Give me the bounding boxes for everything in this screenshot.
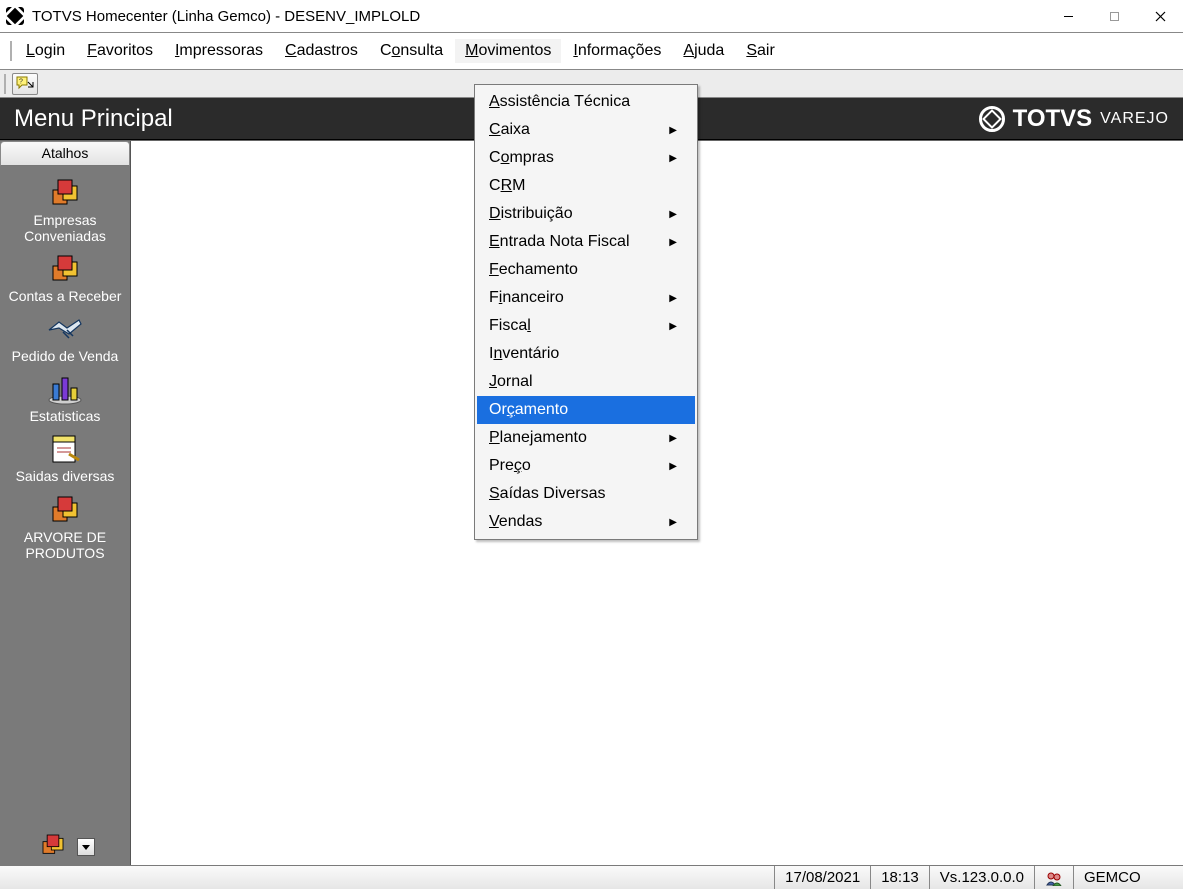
status-time: 18:13 (870, 866, 929, 889)
shortcut-label: Empresas Conveniadas (2, 212, 128, 244)
shortcut-label: ARVORE DE PRODUTOS (2, 529, 128, 561)
status-user-icon (1034, 866, 1073, 889)
sidebar-tab-atalhos[interactable]: Atalhos (0, 141, 130, 166)
movimentos-dropdown: Assistência TécnicaCaixa▶Compras▶CRMDist… (474, 84, 698, 540)
menu-cadastros[interactable]: Cadastros (275, 39, 368, 63)
submenu-arrow-icon: ▶ (669, 209, 677, 220)
menuitem-jornal[interactable]: Jornal (477, 368, 695, 396)
menuitem-preco[interactable]: Preço ▶ (477, 452, 695, 480)
close-button[interactable] (1137, 1, 1183, 31)
shortcut-label: Saidas diversas (2, 468, 128, 484)
shortcut-label: Pedido de Venda (2, 348, 128, 364)
submenu-arrow-icon: ▶ (669, 293, 677, 304)
page-title: Menu Principal (14, 105, 173, 133)
submenu-arrow-icon: ▶ (669, 433, 677, 444)
shortcut-estatisticas[interactable]: Estatisticas (2, 370, 128, 424)
handshake-icon (45, 310, 85, 346)
submenu-arrow-icon: ▶ (669, 321, 677, 332)
maximize-button[interactable] (1091, 1, 1137, 31)
submenu-arrow-icon: ▶ (669, 461, 677, 472)
statusbar: 17/08/2021 18:13 Vs.123.0.0.0 GEMCO (0, 865, 1183, 889)
boxes-icon (45, 174, 85, 210)
status-user: GEMCO (1073, 866, 1183, 889)
shortcut-saidas-diversas[interactable]: Saidas diversas (2, 430, 128, 484)
menu-sair[interactable]: Sair (736, 39, 784, 63)
menuitem-financeiro[interactable]: Financeiro▶ (477, 284, 695, 312)
shortcut-label: Estatisticas (2, 408, 128, 424)
menuitem-compras[interactable]: Compras▶ (477, 144, 695, 172)
menuitem-saidasdiversas[interactable]: Saídas Diversas (477, 480, 695, 508)
menuitem-fiscal[interactable]: Fiscal▶ (477, 312, 695, 340)
status-date: 17/08/2021 (774, 866, 870, 889)
toolbar-grip (4, 74, 6, 94)
brand-subtext: VAREJO (1100, 110, 1169, 128)
menu-informacoes[interactable]: Informações (563, 39, 671, 63)
shortcut-arvore-de-produtos[interactable]: ARVORE DE PRODUTOS (2, 491, 128, 561)
menu-impressoras[interactable]: Impressoras (165, 39, 273, 63)
svg-text:?: ? (19, 78, 23, 85)
shortcut-label: Contas a Receber (2, 288, 128, 304)
submenu-arrow-icon: ▶ (669, 237, 677, 248)
status-spacer (0, 866, 774, 889)
status-version: Vs.123.0.0.0 (929, 866, 1034, 889)
window-titlebar: TOTVS Homecenter (Linha Gemco) - DESENV_… (0, 0, 1183, 32)
sidebar-scroll-down-button[interactable] (77, 838, 95, 856)
menu-favoritos[interactable]: Favoritos (77, 39, 163, 63)
window-controls (1045, 1, 1183, 31)
menu-login[interactable]: Login (16, 39, 75, 63)
menuitem-entradanotafiscal[interactable]: Entrada Nota Fiscal▶ (477, 228, 695, 256)
menu-consulta[interactable]: Consulta (370, 39, 453, 63)
chart-icon (45, 370, 85, 406)
brand-icon (979, 106, 1005, 132)
menuitem-distribuicao[interactable]: Distribuição▶ (477, 200, 695, 228)
boxes-icon (45, 250, 85, 286)
menubar-grip (10, 41, 12, 61)
menuitem-crm[interactable]: CRM (477, 172, 695, 200)
submenu-arrow-icon: ▶ (669, 517, 677, 528)
menu-movimentos[interactable]: Movimentos (455, 39, 561, 63)
submenu-arrow-icon: ▶ (669, 153, 677, 164)
menuitem-planejamento[interactable]: Planejamento▶ (477, 424, 695, 452)
menuitem-fechamento[interactable]: Fechamento (477, 256, 695, 284)
brand-text: TOTVS (1013, 105, 1093, 133)
app-icon (6, 7, 24, 25)
menubar: LoginFavoritosImpressorasCadastrosConsul… (0, 32, 1183, 70)
help-context-button[interactable]: ? (12, 73, 38, 95)
menuitem-vendas[interactable]: Vendas▶ (477, 508, 695, 536)
menuitem-assistenciatecnica[interactable]: Assistência Técnica (477, 88, 695, 116)
menuitem-caixa[interactable]: Caixa▶ (477, 116, 695, 144)
boxes-icon (35, 830, 71, 863)
shortcut-contas-a-receber[interactable]: Contas a Receber (2, 250, 128, 304)
boxes-icon (45, 491, 85, 527)
submenu-arrow-icon: ▶ (669, 125, 677, 136)
sidebar-footer (0, 828, 130, 867)
sidebar: Atalhos Empresas Conveniadas Contas a Rec… (0, 141, 131, 867)
document-icon (45, 430, 85, 466)
menu-ajuda[interactable]: Ajuda (673, 39, 734, 63)
shortcut-pedido-de-venda[interactable]: Pedido de Venda (2, 310, 128, 364)
menuitem-orcamento[interactable]: Orçamento (477, 396, 695, 424)
menuitem-inventario[interactable]: Inventário (477, 340, 695, 368)
minimize-button[interactable] (1045, 1, 1091, 31)
window-title: TOTVS Homecenter (Linha Gemco) - DESENV_… (32, 8, 420, 25)
brand-logo: TOTVS VAREJO (979, 105, 1169, 133)
shortcut-empresas-conveniadas[interactable]: Empresas Conveniadas (2, 174, 128, 244)
